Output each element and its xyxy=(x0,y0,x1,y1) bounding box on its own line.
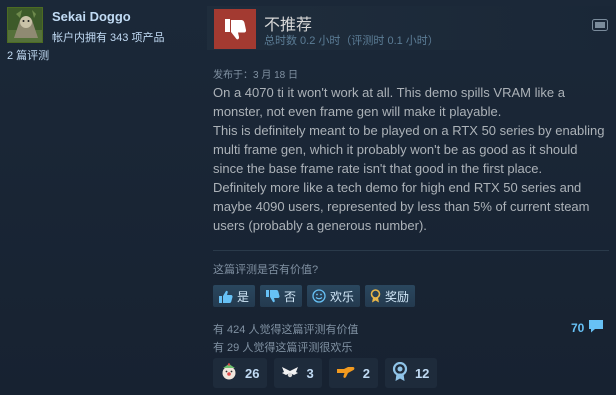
review-paragraph: Definitely more like a tech demo for hig… xyxy=(213,180,590,233)
divider xyxy=(213,250,609,251)
vote-yes-label: 是 xyxy=(237,289,250,304)
award-item[interactable]: 3 xyxy=(274,358,322,388)
award-item[interactable]: 12 xyxy=(384,358,438,388)
review-card: Sekai Doggo 帐户内拥有 343 项产品 2 篇评测 不推荐 总时数 … xyxy=(0,0,616,395)
vote-no-label: 否 xyxy=(284,289,297,304)
award-count: 2 xyxy=(362,365,370,381)
vote-no-button[interactable]: 否 xyxy=(260,285,303,307)
author-name[interactable]: Sekai Doggo xyxy=(52,9,131,24)
award-count: 12 xyxy=(414,365,430,381)
vote-buttons: 是 否 欢乐 奖励 xyxy=(213,285,416,307)
comments-link[interactable]: 70 xyxy=(571,319,604,336)
helpful-question: 这篇评测是否有价值? xyxy=(213,264,319,276)
thumbs-down-icon xyxy=(265,289,280,303)
funny-count: 有 29 人觉得这篇评测很欢乐 xyxy=(213,342,353,354)
award-item[interactable]: 2 xyxy=(328,358,378,388)
vote-funny-button[interactable]: 欢乐 xyxy=(307,285,361,307)
steam-deck-icon xyxy=(592,18,608,32)
author-avatar[interactable] xyxy=(7,7,43,43)
smiley-icon xyxy=(312,289,326,303)
comment-count: 70 xyxy=(571,320,585,335)
review-paragraph: On a 4070 ti it won't work at all. This … xyxy=(213,85,565,119)
award-label: 奖励 xyxy=(385,289,410,304)
review-body: On a 4070 ti it won't work at all. This … xyxy=(213,83,609,235)
comment-bubble-icon xyxy=(588,319,604,336)
award-count: 26 xyxy=(245,365,260,381)
author-products-owned[interactable]: 帐户内拥有 343 项产品 xyxy=(52,29,164,45)
wings-award-icon xyxy=(281,363,299,384)
helpful-count: 有 424 人觉得这篇评测有价值 xyxy=(213,324,359,336)
playtime-hours: 总时数 0.2 小时（评测时 0.1 小时） xyxy=(264,35,439,47)
clown-award-icon xyxy=(220,362,238,384)
vote-yes-button[interactable]: 是 xyxy=(213,285,256,307)
handshake-award-icon xyxy=(336,364,356,383)
awards-row: 26 3 2 12 xyxy=(213,358,438,388)
thumbs-down-glyph xyxy=(225,19,247,40)
medal-award-icon xyxy=(392,361,408,385)
posted-date: 发布于：3 月 18 日 xyxy=(213,70,299,81)
author-review-count[interactable]: 2 篇评测 xyxy=(7,47,49,63)
award-item[interactable]: 26 xyxy=(213,358,268,388)
thumbs-down-icon xyxy=(214,9,256,49)
award-button[interactable]: 奖励 xyxy=(365,285,416,307)
vote-funny-label: 欢乐 xyxy=(330,289,355,304)
award-count: 3 xyxy=(306,365,314,381)
thumbs-up-icon xyxy=(218,290,233,303)
avatar-image xyxy=(8,8,42,42)
review-paragraph: This is definitely meant to be played on… xyxy=(213,123,605,176)
award-ribbon-icon xyxy=(370,289,381,303)
